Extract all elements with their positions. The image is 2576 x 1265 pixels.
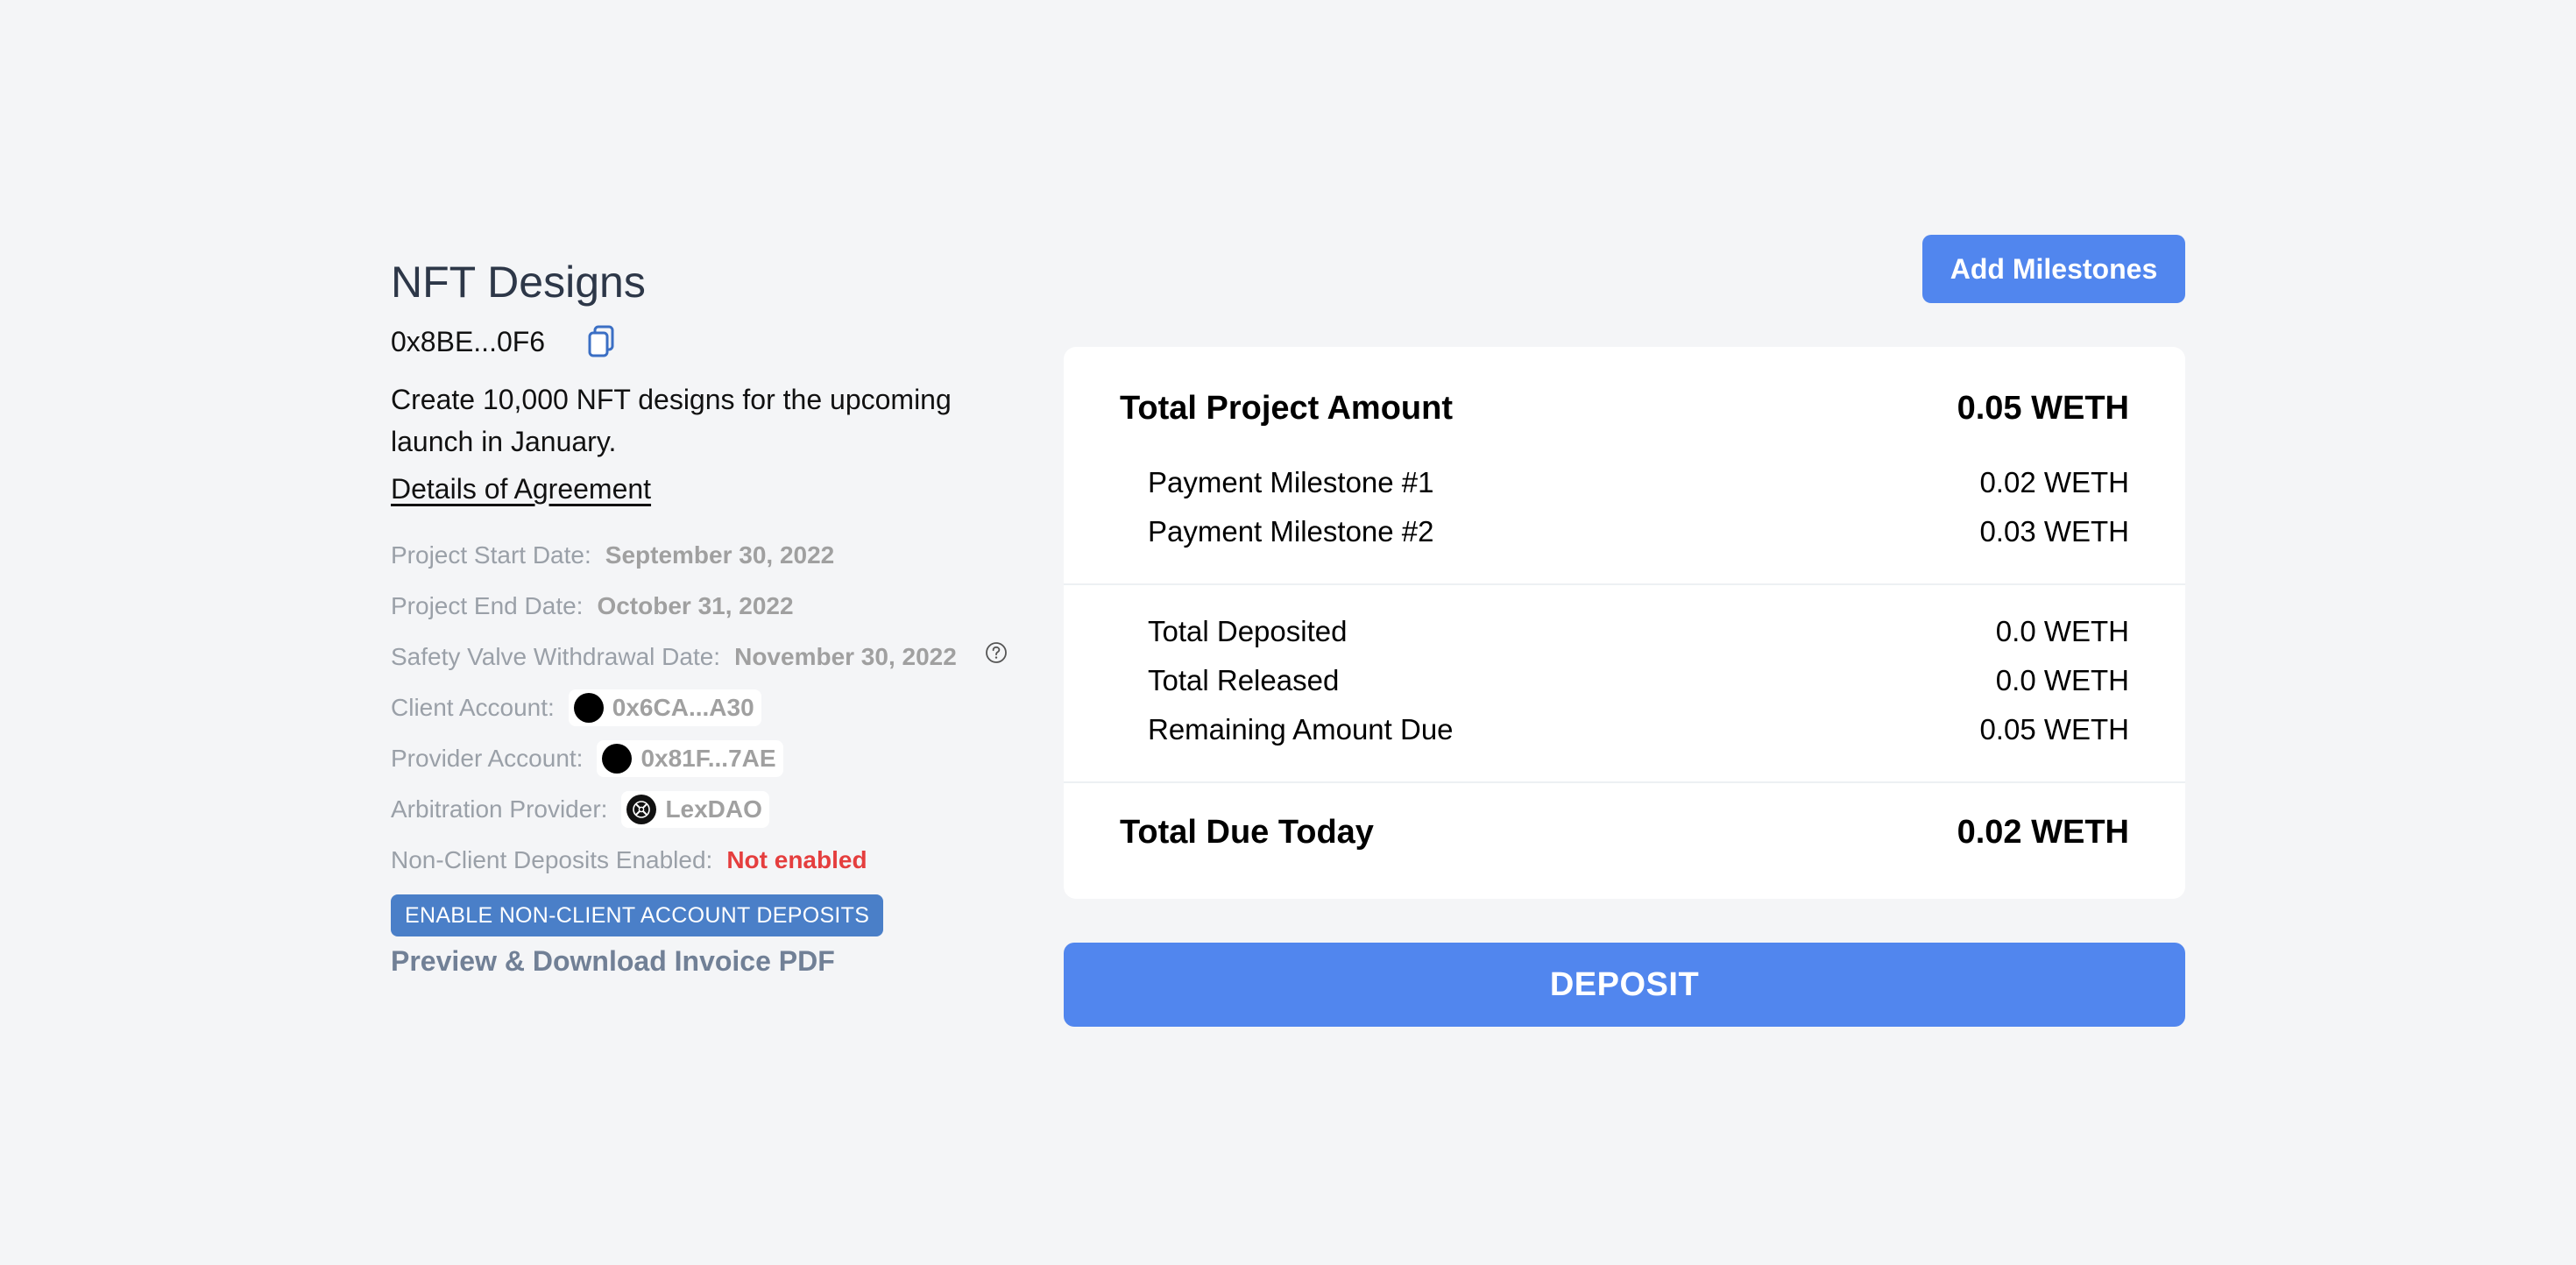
invoice-address-row: 0x8BE...0F6: [391, 322, 1022, 361]
milestone-value: 0.03 WETH: [1979, 515, 2129, 548]
remaining-amount-row: Remaining Amount Due 0.05 WETH: [1120, 708, 2129, 752]
client-account-row: Client Account: 0x6CA...A30: [391, 682, 1022, 733]
start-date-label: Project Start Date:: [391, 541, 591, 569]
details-of-agreement-link[interactable]: Details of Agreement: [391, 473, 651, 505]
client-account-value: 0x6CA...A30: [612, 694, 754, 721]
total-project-amount-label: Total Project Amount: [1120, 389, 1453, 427]
total-due-today-label: Total Due Today: [1120, 813, 1374, 851]
total-deposited-row: Total Deposited 0.0 WETH: [1120, 610, 2129, 654]
provider-account-value: 0x81F...7AE: [640, 745, 776, 772]
end-date-label: Project End Date:: [391, 592, 584, 619]
milestone-row: Payment Milestone #1 0.02 WETH: [1120, 461, 2129, 505]
question-circle-icon[interactable]: [985, 641, 1008, 664]
arbitration-provider-label: Arbitration Provider:: [391, 795, 608, 823]
milestone-value: 0.02 WETH: [1979, 466, 2129, 498]
copy-icon[interactable]: [587, 325, 617, 358]
invoice-address: 0x8BE...0F6: [391, 325, 546, 357]
project-description: Create 10,000 NFT designs for the upcomi…: [391, 384, 952, 457]
client-account-pill[interactable]: 0x6CA...A30: [568, 689, 761, 726]
payment-summary-card: Total Project Amount 0.05 WETH Payment M…: [1064, 347, 2185, 899]
total-deposited-value: 0.0 WETH: [1995, 615, 2129, 647]
lexdao-logo-icon: [626, 795, 657, 824]
client-account-label: Client Account:: [391, 694, 555, 721]
project-info-list: Project Start Date: September 30, 2022 P…: [391, 530, 1022, 886]
non-client-deposits-status: Not enabled: [726, 846, 867, 873]
remaining-amount-label: Remaining Amount Due: [1148, 713, 1454, 746]
divider: [1064, 781, 2185, 783]
arbitration-provider-row: Arbitration Provider: LexDAO: [391, 784, 1022, 835]
safety-valve-value: November 30, 2022: [734, 643, 957, 670]
safety-valve-row: Safety Valve Withdrawal Date: November 3…: [391, 632, 1022, 682]
provider-account-label: Provider Account:: [391, 745, 584, 772]
non-client-deposits-label: Non-Client Deposits Enabled:: [391, 846, 713, 873]
invoice-page: NFT Designs 0x8BE...0F6 Create 10,000 NF…: [0, 0, 2576, 1265]
divider: [1064, 583, 2185, 585]
start-date-value: September 30, 2022: [605, 541, 835, 569]
remaining-amount-value: 0.05 WETH: [1979, 713, 2129, 746]
arbitration-provider-pill[interactable]: LexDAO: [621, 791, 769, 828]
end-date-value: October 31, 2022: [597, 592, 794, 619]
total-project-amount-value: 0.05 WETH: [1957, 389, 2129, 427]
preview-invoice-pdf-link[interactable]: Preview & Download Invoice PDF: [391, 945, 1022, 978]
provider-account-pill[interactable]: 0x81F...7AE: [597, 740, 783, 777]
deposit-button[interactable]: DEPOSIT: [1064, 943, 2185, 1027]
total-released-row: Total Released 0.0 WETH: [1120, 659, 2129, 703]
non-client-deposits-row: Non-Client Deposits Enabled: Not enabled: [391, 835, 1022, 886]
milestone-label: Payment Milestone #1: [1148, 466, 1434, 498]
total-deposited-label: Total Deposited: [1148, 615, 1348, 647]
milestone-row: Payment Milestone #2 0.03 WETH: [1120, 510, 2129, 554]
total-released-value: 0.0 WETH: [1995, 664, 2129, 696]
client-avatar: [573, 693, 604, 723]
provider-account-row: Provider Account: 0x81F...7AE: [391, 733, 1022, 784]
safety-valve-label: Safety Valve Withdrawal Date:: [391, 643, 721, 670]
enable-non-client-deposits-button[interactable]: ENABLE NON-CLIENT ACCOUNT DEPOSITS: [391, 894, 884, 936]
end-date-row: Project End Date: October 31, 2022: [391, 581, 1022, 632]
total-released-label: Total Released: [1148, 664, 1340, 696]
start-date-row: Project Start Date: September 30, 2022: [391, 530, 1022, 581]
total-due-today-row: Total Due Today 0.02 WETH: [1120, 808, 2129, 857]
arbitration-provider-value: LexDAO: [665, 795, 762, 823]
add-milestones-button[interactable]: Add Milestones: [1922, 235, 2185, 303]
milestone-label: Payment Milestone #2: [1148, 515, 1434, 548]
page-title: NFT Designs: [391, 258, 646, 307]
project-details: NFT Designs 0x8BE...0F6 Create 10,000 NF…: [391, 254, 1022, 978]
total-project-amount-row: Total Project Amount 0.05 WETH: [1120, 384, 2129, 433]
total-due-today-value: 0.02 WETH: [1957, 813, 2129, 851]
provider-avatar: [602, 744, 633, 774]
